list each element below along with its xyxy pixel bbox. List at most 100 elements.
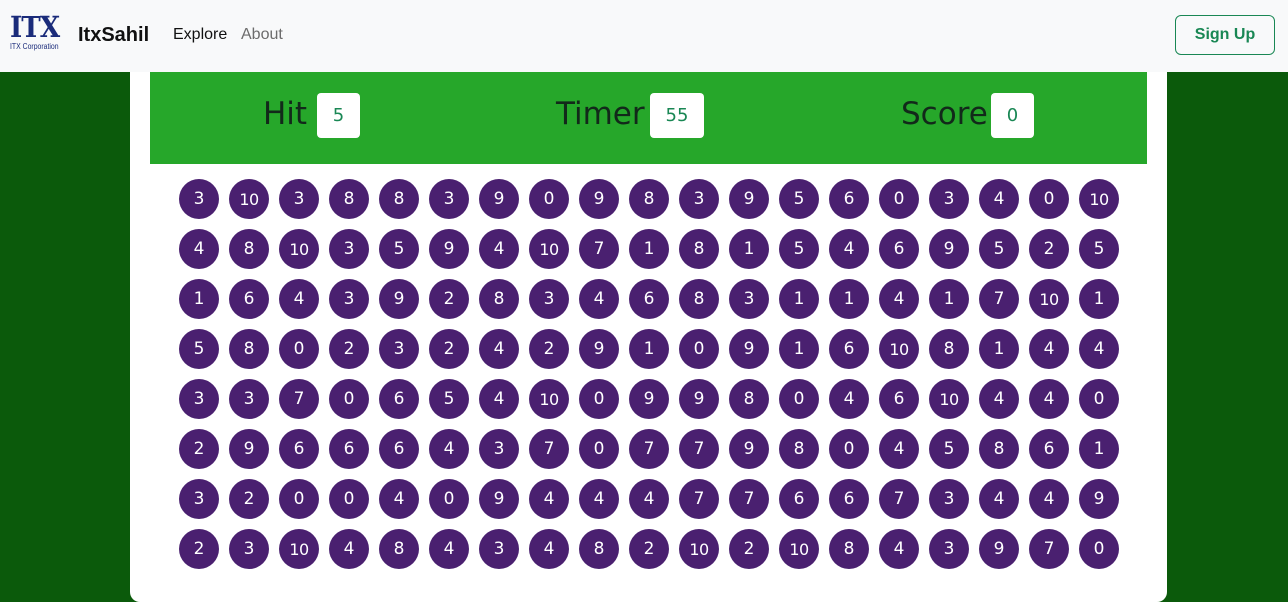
bubble[interactable]: 0: [279, 329, 319, 369]
bubble[interactable]: 9: [679, 379, 719, 419]
bubble[interactable]: 4: [1029, 329, 1069, 369]
bubble[interactable]: 9: [579, 179, 619, 219]
bubble[interactable]: 10: [229, 179, 269, 219]
bubble[interactable]: 2: [179, 529, 219, 569]
bubble[interactable]: 1: [1079, 279, 1119, 319]
bubble[interactable]: 4: [429, 429, 469, 469]
bubble[interactable]: 8: [579, 529, 619, 569]
bubble[interactable]: 4: [879, 429, 919, 469]
bubble[interactable]: 3: [229, 529, 269, 569]
bubble[interactable]: 3: [429, 179, 469, 219]
bubble[interactable]: 10: [1079, 179, 1119, 219]
bubble[interactable]: 9: [729, 429, 769, 469]
bubble[interactable]: 8: [929, 329, 969, 369]
bubble[interactable]: 5: [779, 229, 819, 269]
bubble[interactable]: 2: [629, 529, 669, 569]
bubble[interactable]: 3: [929, 179, 969, 219]
nav-about[interactable]: About: [241, 26, 283, 44]
bubble[interactable]: 7: [679, 429, 719, 469]
bubble[interactable]: 4: [879, 529, 919, 569]
bubble[interactable]: 9: [629, 379, 669, 419]
bubble[interactable]: 0: [529, 179, 569, 219]
bubble[interactable]: 6: [629, 279, 669, 319]
bubble[interactable]: 3: [179, 179, 219, 219]
bubble[interactable]: 2: [1029, 229, 1069, 269]
bubble[interactable]: 4: [179, 229, 219, 269]
bubble[interactable]: 2: [329, 329, 369, 369]
bubble[interactable]: 4: [579, 279, 619, 319]
bubble[interactable]: 7: [1029, 529, 1069, 569]
bubble[interactable]: 7: [979, 279, 1019, 319]
bubble[interactable]: 3: [379, 329, 419, 369]
bubble[interactable]: 1: [779, 279, 819, 319]
bubble[interactable]: 0: [279, 479, 319, 519]
bubble[interactable]: 9: [379, 279, 419, 319]
bubble[interactable]: 4: [829, 229, 869, 269]
bubble[interactable]: 9: [1079, 479, 1119, 519]
bubble[interactable]: 3: [329, 279, 369, 319]
bubble[interactable]: 6: [329, 429, 369, 469]
bubble[interactable]: 8: [229, 229, 269, 269]
bubble[interactable]: 6: [879, 229, 919, 269]
bubble[interactable]: 10: [279, 229, 319, 269]
bubble[interactable]: 5: [929, 429, 969, 469]
bubble[interactable]: 9: [729, 179, 769, 219]
bubble[interactable]: 4: [479, 379, 519, 419]
bubble[interactable]: 0: [1079, 529, 1119, 569]
bubble[interactable]: 1: [829, 279, 869, 319]
bubble[interactable]: 4: [529, 479, 569, 519]
bubble[interactable]: 9: [479, 179, 519, 219]
bubble[interactable]: 4: [579, 479, 619, 519]
bubble[interactable]: 3: [679, 179, 719, 219]
bubble[interactable]: 4: [329, 529, 369, 569]
bubble[interactable]: 10: [679, 529, 719, 569]
bubble[interactable]: 6: [879, 379, 919, 419]
nav-explore[interactable]: Explore: [173, 26, 227, 44]
bubble[interactable]: 2: [729, 529, 769, 569]
bubble[interactable]: 5: [179, 329, 219, 369]
bubble[interactable]: 1: [1079, 429, 1119, 469]
brand-name[interactable]: ItxSahil: [78, 24, 149, 47]
bubble[interactable]: 6: [229, 279, 269, 319]
bubble[interactable]: 0: [579, 379, 619, 419]
bubble[interactable]: 10: [1029, 279, 1069, 319]
bubble[interactable]: 1: [779, 329, 819, 369]
bubble[interactable]: 5: [779, 179, 819, 219]
bubble[interactable]: 9: [579, 329, 619, 369]
bubble[interactable]: 4: [1029, 479, 1069, 519]
bubble[interactable]: 10: [529, 379, 569, 419]
bubble[interactable]: 0: [1029, 179, 1069, 219]
bubble[interactable]: 1: [629, 329, 669, 369]
bubble[interactable]: 3: [329, 229, 369, 269]
bubble[interactable]: 9: [729, 329, 769, 369]
bubble[interactable]: 0: [329, 479, 369, 519]
bubble[interactable]: 8: [679, 229, 719, 269]
bubble[interactable]: 7: [529, 429, 569, 469]
bubble[interactable]: 6: [779, 479, 819, 519]
bubble[interactable]: 4: [1029, 379, 1069, 419]
bubble[interactable]: 9: [929, 229, 969, 269]
bubble[interactable]: 8: [379, 529, 419, 569]
bubble[interactable]: 4: [829, 379, 869, 419]
bubble[interactable]: 1: [179, 279, 219, 319]
bubble[interactable]: 7: [579, 229, 619, 269]
bubble[interactable]: 3: [729, 279, 769, 319]
bubble[interactable]: 6: [829, 179, 869, 219]
bubble[interactable]: 3: [529, 279, 569, 319]
bubble[interactable]: 8: [329, 179, 369, 219]
bubble[interactable]: 0: [1079, 379, 1119, 419]
bubble[interactable]: 4: [979, 179, 1019, 219]
bubble[interactable]: 0: [679, 329, 719, 369]
bubble[interactable]: 10: [779, 529, 819, 569]
bubble[interactable]: 2: [229, 479, 269, 519]
bubble[interactable]: 5: [379, 229, 419, 269]
bubble[interactable]: 0: [579, 429, 619, 469]
bubble[interactable]: 3: [179, 379, 219, 419]
bubble[interactable]: 5: [1079, 229, 1119, 269]
bubble[interactable]: 4: [529, 529, 569, 569]
bubble[interactable]: 3: [479, 529, 519, 569]
bubble[interactable]: 3: [279, 179, 319, 219]
bubble[interactable]: 10: [929, 379, 969, 419]
bubble[interactable]: 8: [679, 279, 719, 319]
bubble[interactable]: 8: [379, 179, 419, 219]
